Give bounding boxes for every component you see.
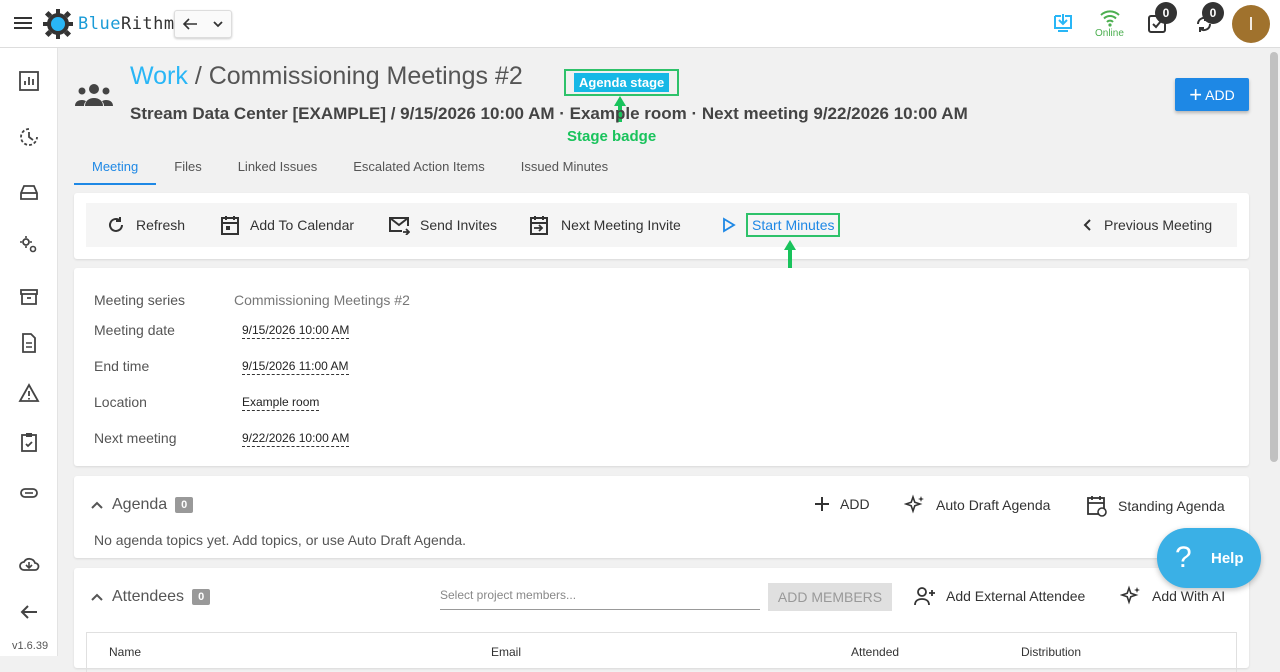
agenda-header[interactable]: Agenda 0 — [90, 496, 194, 514]
mail-send-icon — [389, 217, 410, 235]
page-title: Work / Commissioning Meetings #2 — [130, 62, 523, 90]
calendar-repeat-icon — [1087, 496, 1107, 517]
project-members-input[interactable]: Select project members... — [440, 586, 760, 610]
logo-text: BlueRithm — [78, 14, 175, 34]
app-logo[interactable]: BlueRithm — [42, 8, 175, 40]
column-header[interactable]: Attended — [851, 645, 899, 659]
meeting-subtitle: Stream Data Center [EXAMPLE] / 9/15/2026… — [130, 104, 968, 123]
location-field[interactable]: Example room — [242, 395, 320, 411]
stage-badge: Agenda stage — [564, 69, 680, 96]
meeting-title: Commissioning Meetings #2 — [208, 62, 523, 90]
standing-agenda-button[interactable]: Standing Agenda — [1086, 494, 1225, 518]
back-arrow-icon[interactable] — [182, 17, 198, 31]
sidebar — [0, 48, 58, 656]
refresh-icon — [109, 217, 123, 232]
person-add-icon — [914, 587, 935, 606]
meeting-details-card: Meeting series Commissioning Meetings #2… — [74, 268, 1249, 466]
chevron-up-icon — [91, 501, 103, 509]
add-external-attendee-button[interactable]: Add External Attendee — [914, 586, 1085, 606]
people-group-icon — [75, 84, 113, 106]
column-header[interactable]: Distribution — [1021, 645, 1081, 659]
sparkle-icon — [904, 494, 924, 514]
main-content: Work / Commissioning Meetings #2 Agenda … — [58, 48, 1268, 672]
warning-icon[interactable] — [18, 382, 40, 404]
add-with-ai-button[interactable]: Add With AI — [1120, 585, 1225, 607]
refresh-button[interactable]: Refresh — [106, 203, 185, 247]
annotation-label: Stage badge — [567, 128, 657, 145]
field-label: Meeting date — [94, 322, 175, 338]
column-header[interactable]: Name — [109, 645, 141, 659]
meeting-series-value: Commissioning Meetings #2 — [234, 292, 410, 308]
app-version: v1.6.39 — [12, 640, 49, 652]
online-status: Online — [1095, 28, 1124, 39]
chevron-left-icon — [1083, 219, 1091, 231]
inbox-icon[interactable] — [18, 181, 40, 203]
help-question-icon: ? — [1175, 541, 1192, 574]
add-to-calendar-button[interactable]: Add To Calendar — [220, 203, 354, 247]
help-button[interactable]: ? Help — [1157, 528, 1261, 588]
tab-escalated-action-items[interactable]: Escalated Action Items — [335, 152, 503, 185]
wifi-icon — [1100, 10, 1120, 27]
annotation-arrow-shaft — [788, 248, 792, 270]
end-time-field[interactable]: 9/15/2026 11:00 AM — [242, 359, 349, 375]
dashboard-chart-icon[interactable] — [18, 70, 40, 92]
tab-issued-minutes[interactable]: Issued Minutes — [503, 152, 626, 185]
page-scrollbar[interactable] — [1268, 48, 1280, 656]
chevron-down-icon[interactable] — [212, 19, 224, 29]
agenda-empty-message: No agenda topics yet. Add topics, or use… — [94, 532, 467, 548]
tab-files[interactable]: Files — [156, 152, 219, 185]
tab-meeting[interactable]: Meeting — [74, 152, 157, 185]
document-icon[interactable] — [18, 332, 40, 354]
top-bar: BlueRithm Online 0 0 I — [0, 0, 1280, 48]
send-invites-button[interactable]: Send Invites — [388, 203, 497, 247]
back-arrow-icon[interactable] — [18, 601, 40, 623]
start-minutes-button[interactable]: Start Minutes — [722, 203, 841, 247]
auto-draft-agenda-button[interactable]: Auto Draft Agenda — [904, 494, 1050, 516]
menu-icon[interactable] — [14, 14, 32, 34]
schedule-icon[interactable] — [18, 126, 40, 148]
field-label: Next meeting — [94, 430, 177, 446]
attendees-count-badge: 0 — [192, 589, 211, 605]
clipboard-check-icon[interactable] — [18, 431, 40, 453]
attendees-section: Attendees 0 Select project members... ADD… — [74, 568, 1249, 672]
field-label: Location — [94, 394, 147, 410]
tab-linked-issues[interactable]: Linked Issues — [220, 152, 336, 185]
next-meeting-invite-button[interactable]: Next Meeting Invite — [529, 203, 681, 247]
calendar-arrow-icon — [530, 216, 548, 235]
attendees-table-header: Name Email Attended Distribution — [86, 632, 1237, 672]
meeting-toolbar: Refresh Add To Calendar Send Invites Nex… — [74, 193, 1249, 259]
chevron-up-icon — [91, 593, 103, 601]
history-nav — [174, 10, 232, 38]
next-meeting-field[interactable]: 9/22/2026 10:00 AM — [242, 431, 350, 447]
meeting-date-field[interactable]: 9/15/2026 10:00 AM — [242, 323, 350, 339]
add-button[interactable]: + ADD — [1175, 78, 1249, 111]
attendees-header[interactable]: Attendees 0 — [90, 588, 211, 606]
field-label: Meeting series — [94, 292, 186, 308]
user-avatar[interactable]: I — [1232, 5, 1270, 43]
field-label: End time — [94, 358, 150, 374]
previous-meeting-button[interactable]: Previous Meeting — [1082, 203, 1212, 247]
agenda-section: Agenda 0 ADD Auto Draft Agenda Standing A… — [74, 476, 1249, 558]
add-members-button[interactable]: ADD MEMBERS — [768, 583, 892, 611]
download-icon[interactable] — [1052, 12, 1074, 34]
plus-icon — [815, 497, 829, 511]
tasks-count-badge: 0 — [1155, 2, 1177, 24]
breadcrumb-work-link[interactable]: Work — [130, 62, 188, 90]
calendar-icon — [221, 216, 239, 235]
add-agenda-button[interactable]: ADD — [814, 496, 870, 512]
cloud-download-icon[interactable] — [18, 553, 40, 575]
play-icon — [723, 217, 736, 233]
tab-bar: Meeting Files Linked Issues Escalated Ac… — [74, 152, 626, 185]
agenda-count-badge: 0 — [175, 497, 194, 513]
sync-count-badge: 0 — [1202, 2, 1224, 24]
archive-icon[interactable] — [18, 286, 40, 308]
gear-logo-icon — [43, 9, 73, 39]
attachment-icon[interactable] — [18, 482, 40, 504]
column-header[interactable]: Email — [491, 645, 521, 659]
sparkle-icon — [1120, 585, 1140, 605]
settings-gears-icon[interactable] — [18, 234, 40, 256]
